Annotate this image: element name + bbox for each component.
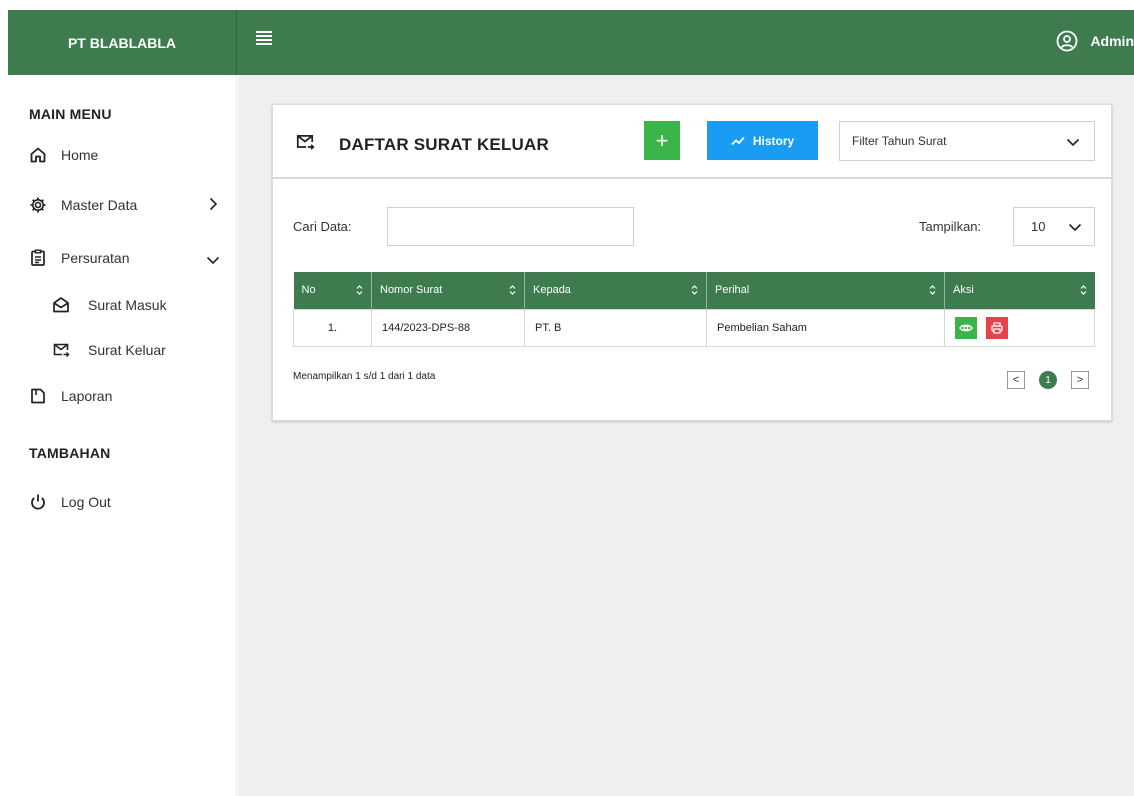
add-button[interactable]: + bbox=[644, 121, 680, 160]
pagination: < 1 > bbox=[1007, 371, 1089, 389]
column-header-nomor-surat[interactable]: Nomor Surat bbox=[371, 272, 525, 309]
sidebar-item-surat-masuk[interactable]: Surat Masuk bbox=[52, 296, 167, 314]
logout-button[interactable]: Log Out bbox=[29, 493, 111, 511]
user-circle-icon bbox=[1057, 30, 1078, 52]
search-input[interactable] bbox=[387, 207, 634, 246]
user-menu[interactable]: Admin bbox=[1056, 30, 1134, 52]
filter-placeholder: Filter Tahun Surat bbox=[852, 134, 947, 148]
sort-icon bbox=[509, 285, 516, 295]
page-title: DAFTAR SURAT KELUAR bbox=[295, 132, 549, 157]
table-row: 1. 144/2023-DPS-88 PT. B Pembelian Saham bbox=[293, 308, 1095, 347]
brand-name[interactable]: PT BLABLABLA bbox=[8, 10, 237, 75]
power-icon bbox=[29, 493, 47, 511]
sidebar-item-home[interactable]: Home bbox=[29, 146, 98, 164]
sort-icon bbox=[356, 285, 363, 295]
sidebar-item-label: Persuratan bbox=[61, 250, 130, 266]
chevron-down-icon bbox=[1066, 138, 1080, 147]
sidebar-item-label: Master Data bbox=[61, 197, 138, 213]
sort-icon bbox=[929, 285, 936, 295]
document-icon bbox=[29, 387, 47, 405]
user-name: Admin bbox=[1090, 33, 1134, 49]
sidebar-item-persuratan[interactable]: Persuratan bbox=[29, 249, 129, 267]
hamburger-menu-icon[interactable] bbox=[256, 31, 272, 45]
sidebar-item-label: Surat Keluar bbox=[88, 342, 166, 358]
history-label: History bbox=[752, 133, 795, 148]
next-page-button[interactable]: > bbox=[1071, 371, 1089, 389]
view-button[interactable] bbox=[955, 316, 977, 339]
prev-page-button[interactable]: < bbox=[1007, 371, 1025, 389]
cell-no: 1. bbox=[293, 308, 372, 347]
cell-aksi bbox=[944, 308, 1095, 347]
sidebar-item-label: Surat Masuk bbox=[88, 297, 167, 313]
top-bar: PT BLABLABLA Admin bbox=[8, 10, 1134, 75]
mail-send-icon bbox=[295, 132, 315, 157]
card-header: DAFTAR SURAT KELUAR + History Filter Tah… bbox=[273, 105, 1111, 179]
sort-icon bbox=[1080, 285, 1086, 295]
sidebar-item-label: Laporan bbox=[61, 388, 113, 404]
table-header-row: No Nomor Surat Kepada Perihal Aksi bbox=[293, 272, 1095, 309]
home-icon bbox=[29, 146, 47, 164]
print-button[interactable] bbox=[986, 316, 1009, 339]
sidebar-item-label: Home bbox=[61, 147, 99, 163]
filter-tahun-select[interactable]: Filter Tahun Surat bbox=[839, 121, 1095, 161]
pagination-info: Menampilkan 1 s/d 1 dari 1 data bbox=[293, 371, 436, 382]
gear-icon bbox=[29, 196, 47, 214]
chevron-down-icon[interactable] bbox=[206, 253, 220, 267]
sidebar-item-surat-keluar[interactable]: Surat Keluar bbox=[52, 341, 166, 359]
page-number-current[interactable]: 1 bbox=[1039, 371, 1057, 389]
tambahan-title: TAMBAHAN bbox=[29, 445, 111, 461]
chevron-right-icon[interactable] bbox=[206, 197, 220, 211]
clipboard-icon bbox=[29, 249, 47, 267]
column-header-aksi[interactable]: Aksi bbox=[944, 272, 1095, 309]
history-button[interactable]: History bbox=[707, 121, 818, 160]
cell-nomor-surat: 144/2023-DPS-88 bbox=[371, 308, 525, 347]
eye-icon bbox=[959, 324, 973, 331]
mail-send-icon bbox=[52, 341, 70, 359]
main-menu-title: MAIN MENU bbox=[29, 106, 112, 122]
cell-perihal: Pembelian Saham bbox=[706, 308, 945, 347]
sidebar-item-laporan[interactable]: Laporan bbox=[29, 387, 112, 405]
sort-icon bbox=[691, 285, 698, 295]
column-header-perihal[interactable]: Perihal bbox=[706, 272, 945, 309]
chevron-down-icon bbox=[1068, 223, 1082, 232]
show-entries-select[interactable]: 10 bbox=[1013, 207, 1095, 246]
show-entries-label: Tampilkan: bbox=[919, 219, 982, 234]
logout-label: Log Out bbox=[61, 494, 111, 510]
column-header-no[interactable]: No bbox=[293, 272, 372, 309]
search-label: Cari Data: bbox=[293, 219, 352, 234]
printer-icon bbox=[991, 321, 1003, 334]
sidebar: MAIN MENU Home Master Data Persuratan Su… bbox=[8, 75, 237, 796]
envelope-open-icon bbox=[52, 296, 70, 314]
surat-keluar-table: No Nomor Surat Kepada Perihal Aksi 1. 14… bbox=[293, 272, 1095, 347]
trend-line-icon bbox=[731, 136, 745, 145]
show-entries-value: 10 bbox=[1031, 219, 1046, 234]
surat-keluar-card: DAFTAR SURAT KELUAR + History Filter Tah… bbox=[272, 104, 1112, 421]
column-header-kepada[interactable]: Kepada bbox=[524, 272, 707, 309]
page-title-text: DAFTAR SURAT KELUAR bbox=[339, 134, 549, 154]
cell-kepada: PT. B bbox=[524, 308, 707, 347]
sidebar-item-master-data[interactable]: Master Data bbox=[29, 196, 137, 214]
